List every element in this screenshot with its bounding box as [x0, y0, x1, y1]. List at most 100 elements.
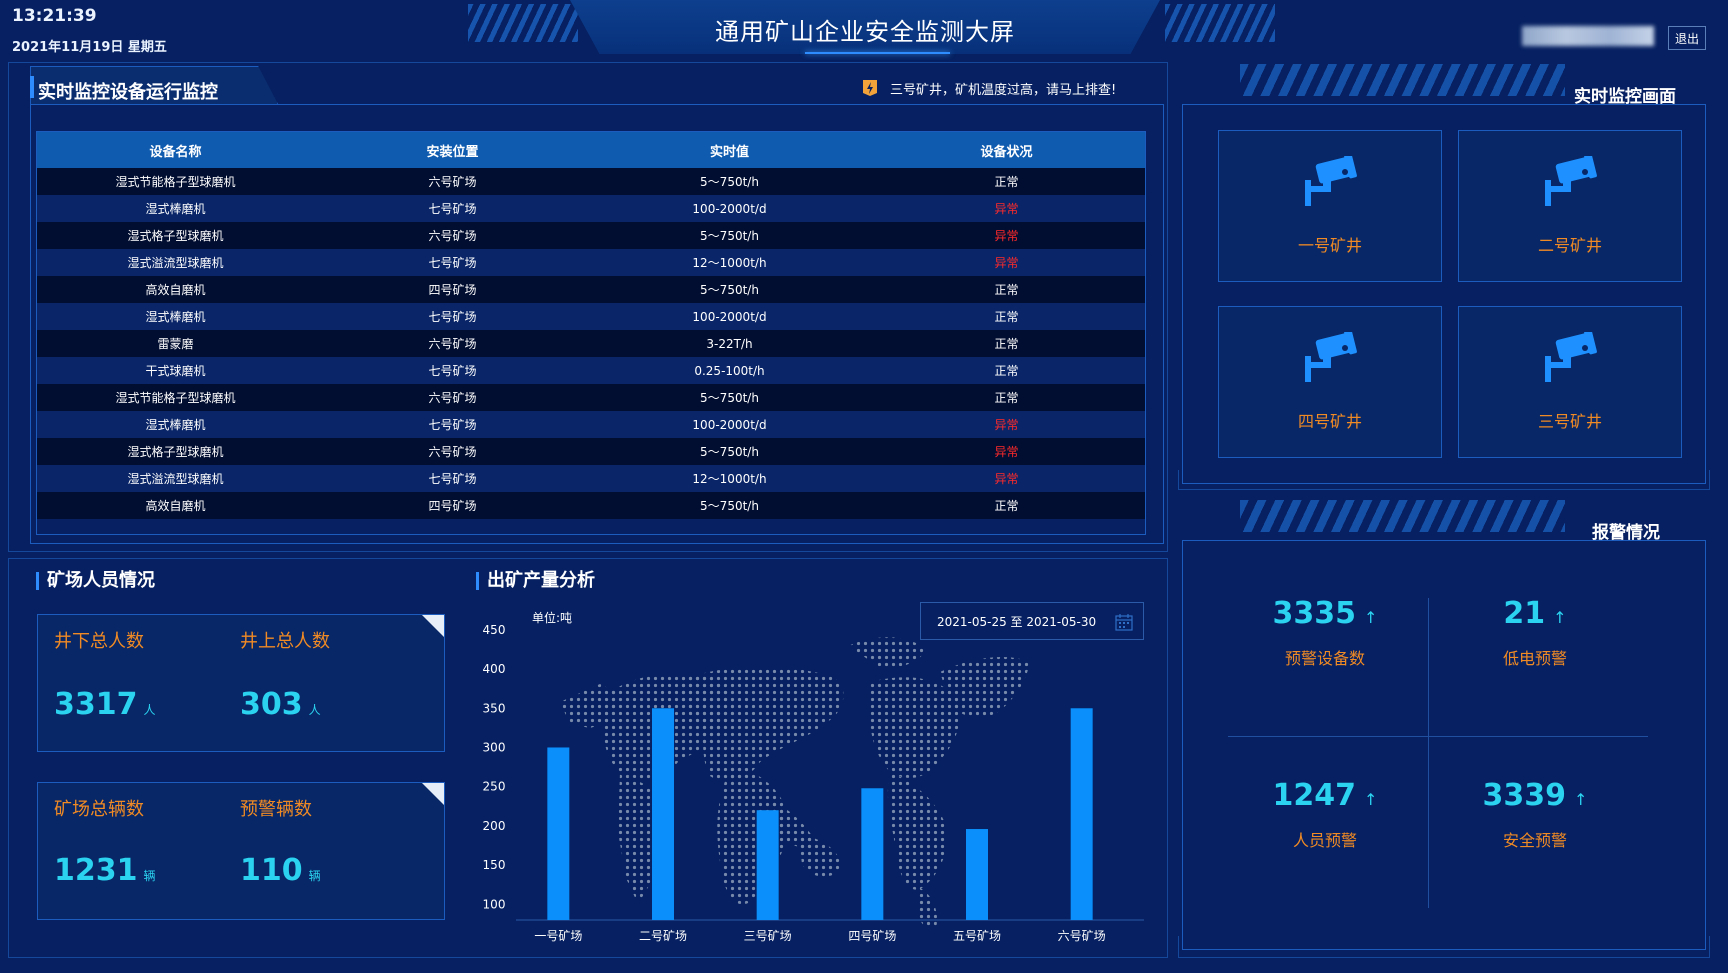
- x-tick-label: 二号矿场: [639, 929, 687, 943]
- location-cell: 六号矿场: [428, 391, 477, 405]
- table-row[interactable]: 湿式格子型球磨机 六号矿场 5～750t/h 异常: [37, 438, 1145, 465]
- header-decoration-left: [468, 4, 578, 42]
- camera-label: 一号矿井: [1297, 236, 1362, 255]
- status-cell: 正常: [994, 310, 1019, 324]
- underground-count: 3317 人: [54, 687, 156, 722]
- location-cell: 七号矿场: [428, 364, 477, 378]
- arrow-up-icon: ↑: [1553, 608, 1567, 627]
- person-unit: 人: [308, 703, 321, 717]
- table-row[interactable]: 干式球磨机 七号矿场 0.25-100t/h 正常: [37, 357, 1145, 384]
- alarm-label: 低电预警: [1502, 649, 1567, 668]
- alert-message: 三号矿井，矿机温度过高，请马上排查!: [860, 78, 1116, 98]
- x-tick-label: 一号矿场: [534, 929, 582, 943]
- camera-label: 四号矿井: [1297, 412, 1362, 431]
- table-row[interactable]: 湿式棒磨机 七号矿场 100-2000t/d 正常: [37, 303, 1145, 330]
- y-tick-label: 150: [483, 858, 506, 872]
- personnel-stat-box: 井下总人数 井上总人数 3317 人 303 人: [37, 614, 445, 752]
- y-tick-label: 400: [483, 662, 506, 676]
- status-cell: 正常: [994, 499, 1019, 513]
- alarm-stat: 3335 ↑ 预警设备数: [1230, 596, 1420, 669]
- realtime-value-cell: 5～750t/h: [700, 175, 759, 189]
- column-header-name: 设备名称: [149, 144, 202, 160]
- device-name-cell: 雷蒙磨: [157, 337, 194, 351]
- alert-text: 三号矿井，矿机温度过高，请马上排查!: [890, 82, 1117, 98]
- alarm-stat: 1247 ↑ 人员预警: [1230, 778, 1420, 851]
- alarm-stat: 21 ↑ 低电预警: [1440, 596, 1630, 669]
- y-tick-label: 350: [483, 701, 506, 715]
- vehicle-unit: 辆: [308, 869, 321, 883]
- x-tick-label: 四号矿场: [848, 929, 896, 943]
- alarm-stat: 3339 ↑ 安全预警: [1440, 778, 1630, 851]
- table-row[interactable]: 湿式棒磨机 七号矿场 100-2000t/d 异常: [37, 195, 1145, 222]
- alarm-value: 1247: [1272, 778, 1357, 813]
- status-cell: 正常: [994, 283, 1019, 297]
- personnel-title: 矿场人员情况: [36, 572, 155, 590]
- column-header-location: 安装位置: [426, 144, 479, 160]
- device-name-cell: 干式球磨机: [145, 364, 206, 378]
- status-cell: 正常: [994, 175, 1019, 189]
- corner-flag-icon: [422, 615, 444, 637]
- user-name-blurred: [1522, 26, 1654, 46]
- table-row[interactable]: 高效自磨机 四号矿场 5～750t/h 正常: [37, 276, 1145, 303]
- realtime-value-cell: 5～750t/h: [700, 229, 759, 243]
- location-cell: 七号矿场: [428, 310, 477, 324]
- table-row[interactable]: 雷蒙磨 六号矿场 3-22T/h 正常: [37, 330, 1145, 357]
- warning-icon: [863, 80, 877, 96]
- realtime-value-cell: 100-2000t/d: [692, 309, 767, 324]
- realtime-value-cell: 5～750t/h: [700, 283, 759, 297]
- page-title: 通用矿山企业安全监测大屏: [715, 18, 1015, 46]
- alarm-divider-vertical: [1428, 598, 1429, 908]
- arrow-up-icon: ↑: [1364, 790, 1378, 809]
- alarm-label: 预警设备数: [1284, 649, 1365, 668]
- table-row[interactable]: 高效自磨机 四号矿场 5～750t/h 正常: [37, 492, 1145, 519]
- column-header-status: 设备状况: [980, 144, 1033, 160]
- device-name-cell: 湿式溢流型球磨机: [127, 256, 224, 270]
- status-cell: 异常: [994, 256, 1019, 270]
- table-row[interactable]: 湿式格子型球磨机 六号矿场 5～750t/h 异常: [37, 222, 1145, 249]
- bar-六号矿场: [1070, 708, 1093, 920]
- output-bar-chart: 100 150 200 250 300 350 400 450 一号矿场 二号矿场 三号矿场 四号矿…: [483, 623, 1144, 943]
- monitor-panel-bracket: [1178, 470, 1710, 490]
- camera-card[interactable]: 三号矿井: [1458, 306, 1682, 458]
- camera-card[interactable]: 四号矿井: [1218, 306, 1442, 458]
- camera-icon: [1305, 332, 1357, 382]
- device-name-cell: 湿式节能格子型球磨机: [115, 391, 236, 405]
- location-cell: 七号矿场: [428, 256, 477, 270]
- aboveground-count-value: 303: [240, 687, 303, 722]
- table-row[interactable]: 湿式溢流型球磨机 七号矿场 12～1000t/h 异常: [37, 465, 1145, 492]
- y-tick-label: 450: [483, 623, 506, 637]
- camera-icon: [1545, 332, 1597, 382]
- monitor-header-decoration: [1240, 64, 1565, 96]
- device-name-cell: 湿式棒磨机: [145, 310, 206, 324]
- status-cell: 正常: [994, 391, 1019, 405]
- alarm-value: 3335: [1272, 596, 1357, 631]
- aboveground-count: 303 人: [240, 687, 321, 722]
- bar-五号矿场: [966, 829, 988, 920]
- x-tick-label: 六号矿场: [1058, 929, 1106, 943]
- table-row[interactable]: 湿式节能格子型球磨机 六号矿场 5～750t/h 正常: [37, 168, 1145, 195]
- camera-card[interactable]: 一号矿井: [1218, 130, 1442, 282]
- table-row[interactable]: 湿式溢流型球磨机 七号矿场 12～1000t/h 异常: [37, 249, 1145, 276]
- current-date: 2021年11月19日 星期五: [12, 40, 167, 55]
- table-row[interactable]: 湿式节能格子型球磨机 六号矿场 5～750t/h 正常: [37, 384, 1145, 411]
- device-name-cell: 湿式棒磨机: [145, 202, 206, 216]
- alarm-value: 3339: [1482, 778, 1567, 813]
- person-unit: 人: [143, 703, 156, 717]
- warn-vehicle: 110 辆: [240, 853, 321, 888]
- y-tick-label: 100: [483, 897, 506, 911]
- realtime-value-cell: 0.25-100t/h: [694, 363, 765, 378]
- location-cell: 六号矿场: [428, 337, 477, 351]
- underground-count-value: 3317: [54, 687, 138, 722]
- status-cell: 异常: [994, 229, 1019, 243]
- location-cell: 四号矿场: [428, 499, 477, 513]
- location-cell: 六号矿场: [428, 445, 477, 459]
- camera-card[interactable]: 二号矿井: [1458, 130, 1682, 282]
- location-cell: 七号矿场: [428, 418, 477, 432]
- alarm-panel-bracket: [1178, 936, 1710, 958]
- logout-button[interactable]: 退出: [1668, 26, 1706, 50]
- clock-time: 13:21:39: [12, 6, 97, 26]
- table-row[interactable]: 湿式棒磨机 七号矿场 100-2000t/d 异常: [37, 411, 1145, 438]
- equipment-table[interactable]: 设备名称 安装位置 实时值 设备状况 湿式节能格子型球磨机 六号矿场 5～750t/…: [36, 131, 1146, 535]
- device-name-cell: 湿式格子型球磨机: [127, 229, 224, 243]
- device-name-cell: 湿式格子型球磨机: [127, 445, 224, 459]
